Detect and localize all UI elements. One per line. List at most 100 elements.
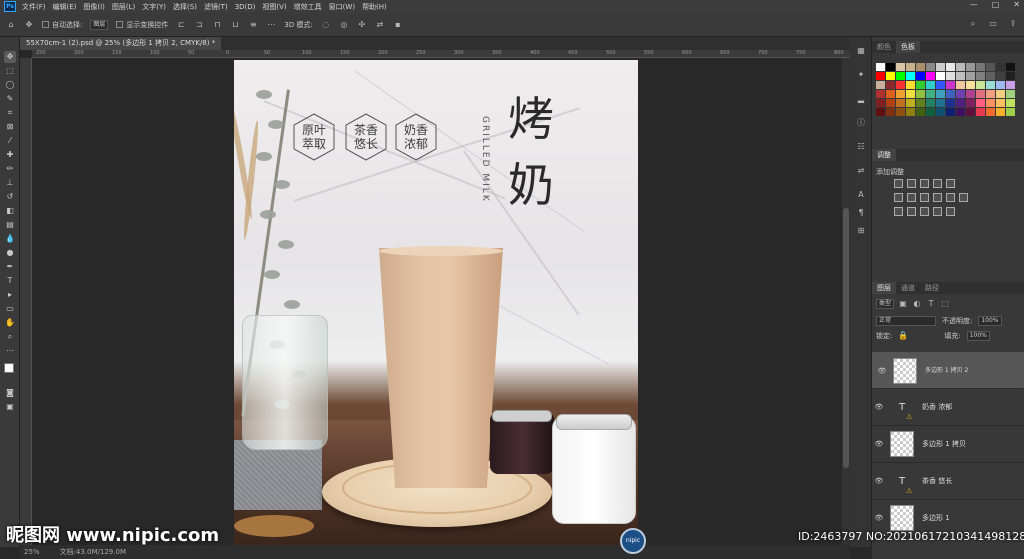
more-tools-icon[interactable]: ⋯ (4, 345, 16, 357)
character-icon[interactable]: A (855, 189, 867, 201)
color-swatch[interactable] (876, 90, 885, 98)
color-swatch[interactable] (936, 81, 945, 89)
tab-paths[interactable]: 路径 (920, 282, 944, 294)
color-swatch[interactable] (976, 108, 985, 116)
black-white-icon[interactable] (920, 193, 929, 202)
filter-adjust-icon[interactable]: ◐ (912, 299, 922, 309)
exposure-icon[interactable] (933, 179, 942, 188)
menu-window[interactable]: 窗口(W) (329, 2, 355, 12)
poster-title-char-2[interactable]: 奶 (508, 160, 554, 210)
color-swatch[interactable] (966, 72, 975, 80)
document-tab[interactable]: 55X70cm-1 (2).psd @ 25% (多边形 1 拷贝 2, CMY… (20, 37, 222, 50)
align-top-icon[interactable]: ⊔ (230, 20, 240, 30)
align-left-icon[interactable]: ⊏ (176, 20, 186, 30)
color-swatch[interactable] (886, 81, 895, 89)
invert-icon[interactable] (894, 207, 903, 216)
color-swatch[interactable] (986, 90, 995, 98)
color-swatch[interactable] (916, 90, 925, 98)
scrollbar-thumb[interactable] (843, 208, 849, 468)
tab-color[interactable]: 颜色 (872, 41, 896, 53)
color-swatch[interactable] (896, 90, 905, 98)
marquee-tool-icon[interactable]: ⬚ (4, 65, 16, 77)
photo-filter-icon[interactable] (933, 193, 942, 202)
color-swatch[interactable] (966, 81, 975, 89)
color-swatch[interactable] (1006, 90, 1015, 98)
brush-settings-icon[interactable]: ✦ (855, 69, 867, 81)
color-swatch[interactable] (976, 63, 985, 71)
color-swatch[interactable] (896, 108, 905, 116)
layer-row[interactable]: 👁 多边形 1 拷贝 2 (872, 352, 1024, 389)
menu-file[interactable]: 文件(F) (22, 2, 46, 12)
distribute-icon[interactable]: ≡ (248, 20, 258, 30)
color-swatch[interactable] (886, 99, 895, 107)
color-swatch[interactable] (926, 81, 935, 89)
color-swatch[interactable] (956, 99, 965, 107)
color-swatch[interactable] (966, 99, 975, 107)
color-swatch[interactable] (976, 99, 985, 107)
move-tool-icon[interactable]: ✥ (4, 51, 16, 63)
tab-layers[interactable]: 图层 (872, 282, 896, 294)
menu-view[interactable]: 视图(V) (262, 2, 286, 12)
workspace-icon[interactable]: ▭ (988, 19, 998, 29)
screen-mode-icon[interactable]: ▣ (4, 401, 16, 413)
curves-icon[interactable] (920, 179, 929, 188)
color-swatch[interactable] (896, 63, 905, 71)
layer-filter-dropdown[interactable]: 类型 (876, 299, 895, 309)
auto-select-checkbox[interactable] (42, 21, 49, 28)
color-swatch[interactable] (906, 108, 915, 116)
more-options-icon[interactable]: ⋯ (266, 20, 276, 30)
visibility-eye-icon[interactable]: 👁 (872, 440, 886, 448)
tab-adjustments[interactable]: 调整 (872, 149, 896, 161)
color-swatch[interactable] (956, 63, 965, 71)
filter-type-icon[interactable]: T (926, 299, 936, 309)
color-swatch[interactable] (986, 72, 995, 80)
color-swatch[interactable] (886, 72, 895, 80)
fill-input[interactable]: 100% (966, 331, 990, 341)
color-swatch[interactable] (986, 81, 995, 89)
filter-pixel-icon[interactable]: ▣ (898, 299, 908, 309)
align-right-icon[interactable]: ⊓ (212, 20, 222, 30)
color-swatch[interactable] (996, 99, 1005, 107)
color-swatch[interactable] (876, 81, 885, 89)
menu-3d[interactable]: 3D(D) (235, 3, 256, 11)
foreground-color-swatch[interactable] (4, 363, 14, 373)
color-balance-icon[interactable] (907, 193, 916, 202)
menu-type[interactable]: 文字(Y) (142, 2, 166, 12)
canvas-area[interactable]: 原叶 萃取 茶香 悠长 奶香 浓郁 烤 奶 GRILLED MILK (32, 58, 850, 545)
hue-saturation-icon[interactable] (894, 193, 903, 202)
color-swatch[interactable] (936, 63, 945, 71)
color-swatch[interactable] (976, 90, 985, 98)
color-swatch[interactable] (916, 63, 925, 71)
color-swatch[interactable] (996, 90, 1005, 98)
color-swatch[interactable] (966, 63, 975, 71)
path-select-icon[interactable]: ▸ (4, 289, 16, 301)
gradient-map-icon[interactable] (933, 207, 942, 216)
menu-plugins[interactable]: 增效工具 (294, 2, 322, 12)
lock-icon[interactable]: 🔒 (898, 331, 908, 341)
visibility-eye-icon[interactable]: 👁 (872, 477, 886, 485)
adjustments-icon[interactable]: ☷ (855, 141, 867, 153)
color-swatch[interactable] (876, 99, 885, 107)
zoom-tool-icon[interactable]: ⌕ (4, 331, 16, 343)
quick-mask-icon[interactable]: ◙ (4, 387, 16, 399)
color-swatch[interactable] (926, 63, 935, 71)
poster-document[interactable]: 原叶 萃取 茶香 悠长 奶香 浓郁 烤 奶 GRILLED MILK (234, 60, 638, 545)
histogram-icon[interactable]: ▂ (855, 93, 867, 105)
menu-select[interactable]: 选择(S) (173, 2, 197, 12)
selective-color-icon[interactable] (946, 207, 955, 216)
share-icon[interactable]: ⇪ (1008, 19, 1018, 29)
color-swatch[interactable] (956, 108, 965, 116)
crop-tool-icon[interactable]: ⌗ (4, 107, 16, 119)
auto-select-dropdown[interactable]: 图层 (90, 19, 109, 30)
hex-badge-3[interactable]: 奶香 浓郁 (394, 112, 438, 162)
color-swatch[interactable] (926, 99, 935, 107)
color-swatch[interactable] (896, 99, 905, 107)
threshold-icon[interactable] (920, 207, 929, 216)
scale-3d-icon[interactable]: ▪ (393, 20, 403, 30)
color-swatch[interactable] (946, 72, 955, 80)
channel-mixer-icon[interactable] (946, 193, 955, 202)
color-swatch[interactable] (936, 72, 945, 80)
dodge-tool-icon[interactable]: ● (4, 247, 16, 259)
color-swatch[interactable] (926, 72, 935, 80)
posterize-icon[interactable] (907, 207, 916, 216)
